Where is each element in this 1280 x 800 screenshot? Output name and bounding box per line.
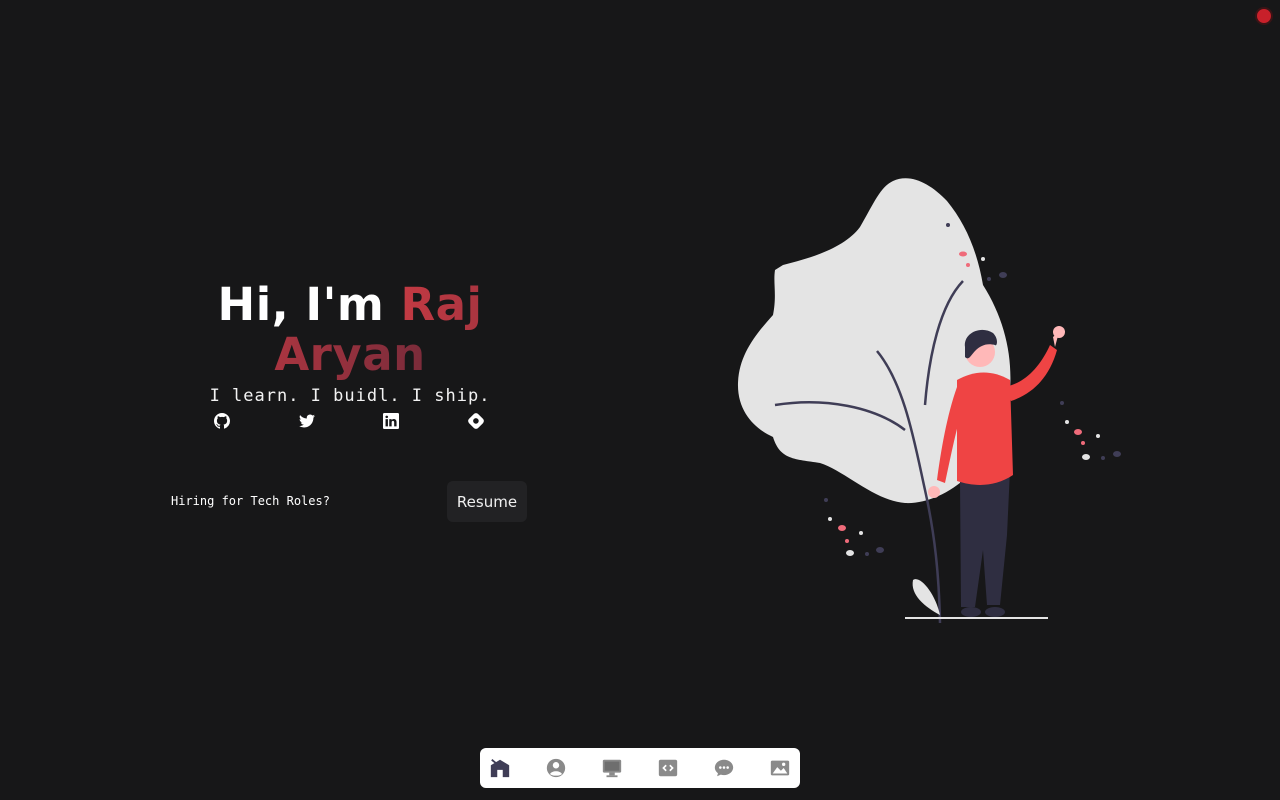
gallery-icon <box>770 760 790 776</box>
dock-about[interactable] <box>544 756 568 780</box>
contact-icon <box>714 759 734 777</box>
dock-code[interactable] <box>656 756 680 780</box>
resume-button[interactable]: Resume <box>447 481 527 522</box>
hiring-text: Hiring for Tech Roles? <box>171 494 330 508</box>
linkedin-icon <box>383 413 399 429</box>
hero-title: Hi, I'm Raj Aryan <box>150 280 550 380</box>
bottom-nav-dock <box>480 748 800 788</box>
dock-gallery[interactable] <box>768 756 792 780</box>
theme-toggle-button[interactable] <box>1255 7 1273 25</box>
hero-tagline: I learn. I buidl. I ship. <box>209 386 491 406</box>
dock-home[interactable] <box>488 756 512 780</box>
dock-projects[interactable] <box>600 756 624 780</box>
hashnode-icon <box>468 413 484 429</box>
hashnode-link[interactable] <box>467 412 485 430</box>
github-icon <box>214 413 230 429</box>
home-icon <box>490 759 510 778</box>
code-icon <box>658 759 678 777</box>
projects-icon <box>602 759 622 778</box>
about-icon <box>546 758 566 778</box>
hero-illustration <box>737 178 1121 624</box>
github-link[interactable] <box>213 412 231 430</box>
hero-section: Hi, I'm Raj Aryan I learn. I buidl. I sh… <box>150 280 550 407</box>
twitter-icon <box>299 414 315 428</box>
hero-greeting: Hi, I'm <box>217 278 401 331</box>
linkedin-link[interactable] <box>382 412 400 430</box>
twitter-link[interactable] <box>298 412 316 430</box>
dock-contact[interactable] <box>712 756 736 780</box>
